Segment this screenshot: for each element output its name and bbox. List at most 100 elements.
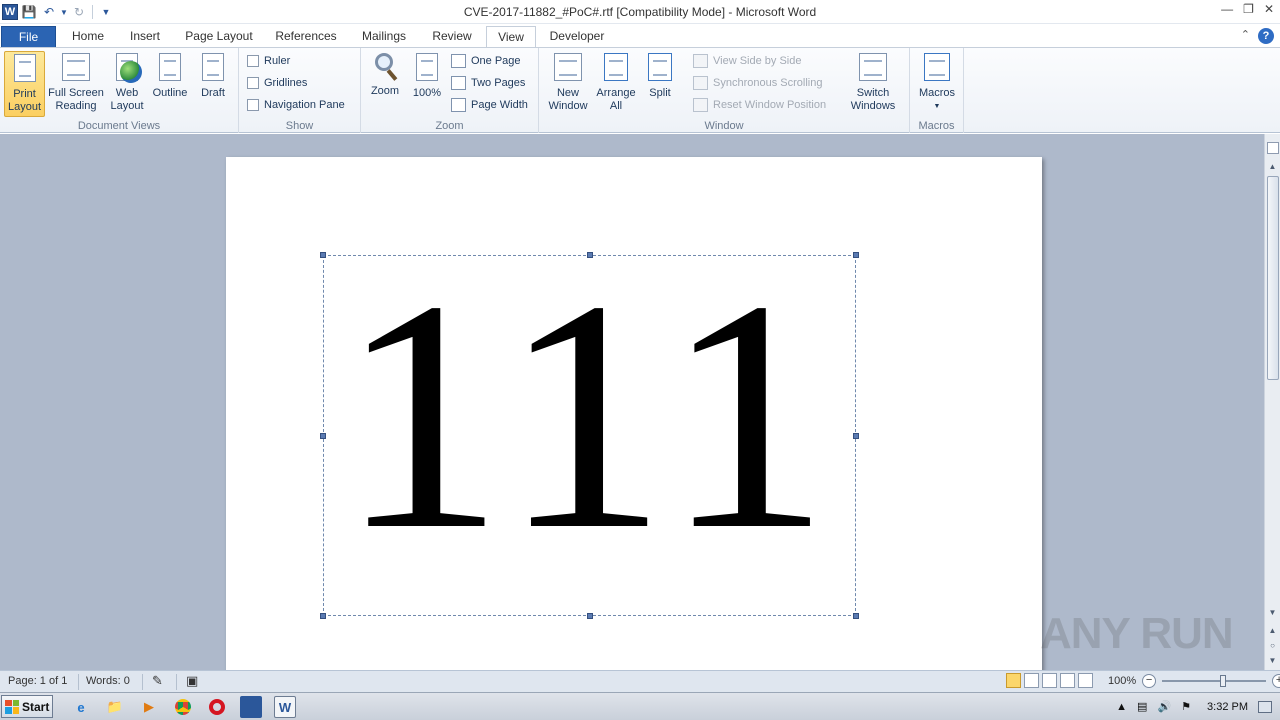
group-zoom: Zoom 100% One Page Two Pages Page Width … — [361, 48, 539, 133]
taskbar: Start e 📁 ▶ W ▲ ▤ 🔊 ⚑ 3:32 PM — [0, 692, 1280, 720]
switch-windows-button[interactable]: Switch Windows — [841, 51, 905, 117]
tab-developer[interactable]: Developer — [542, 26, 612, 48]
clock[interactable]: 3:32 PM — [1207, 701, 1248, 713]
document-workspace[interactable]: 111 ANY RUN — [0, 134, 1264, 670]
draft-button[interactable]: Draft — [193, 51, 233, 117]
file-explorer-icon[interactable]: 📁 — [104, 696, 126, 718]
zoom-button[interactable]: Zoom — [367, 51, 403, 117]
text-box[interactable]: 111 — [320, 251, 859, 619]
document-page[interactable]: 111 — [226, 157, 1042, 670]
start-button[interactable]: Start — [1, 695, 53, 718]
minimize-icon[interactable]: — — [1221, 2, 1233, 16]
macros-dropdown-icon[interactable]: ▼ — [914, 100, 960, 113]
gridlines-check-box[interactable] — [247, 77, 259, 89]
status-separator — [78, 674, 79, 690]
media-player-icon[interactable]: ▶ — [138, 696, 160, 718]
gridlines-checkbox[interactable]: Gridlines — [247, 74, 307, 92]
zoom-level[interactable]: 100% — [1108, 675, 1136, 687]
view-ruler-icon[interactable] — [1267, 142, 1279, 154]
proofing-icon[interactable]: ✎ — [152, 673, 163, 689]
resize-handle-right[interactable] — [853, 433, 859, 439]
web-layout-button[interactable]: Web Layout — [107, 51, 147, 117]
navigation-pane-check-box[interactable] — [247, 99, 259, 111]
help-icon[interactable]: ? — [1258, 28, 1274, 44]
zoom-control: 100% − + — [1108, 674, 1280, 688]
resize-handle-top-left[interactable] — [320, 252, 326, 258]
network-icon[interactable]: ▤ — [1137, 700, 1147, 713]
print-layout-label: Print Layout — [7, 88, 42, 113]
resize-handle-bottom-right[interactable] — [853, 613, 859, 619]
new-window-label: New Window — [548, 87, 588, 112]
tab-home[interactable]: Home — [62, 26, 114, 48]
resize-handle-bottom-left[interactable] — [320, 613, 326, 619]
show-desktop-icon[interactable] — [1258, 700, 1272, 713]
browse-object-icon[interactable]: ○ — [1265, 639, 1280, 653]
outline-button[interactable]: Outline — [149, 51, 191, 117]
window-title: CVE-2017-11882_#PoC#.rtf [Compatibility … — [463, 5, 817, 19]
resize-handle-top-right[interactable] — [853, 252, 859, 258]
zoom-in-icon[interactable]: + — [1272, 674, 1280, 688]
tab-review[interactable]: Review — [424, 26, 480, 48]
page-width-label: Page Width — [471, 99, 528, 111]
ruler-checkbox[interactable]: Ruler — [247, 52, 290, 70]
scroll-down-icon[interactable]: ▼ — [1265, 606, 1280, 620]
chrome-icon[interactable] — [172, 696, 194, 718]
tab-mailings[interactable]: Mailings — [352, 26, 416, 48]
outline-view-icon[interactable] — [1060, 673, 1075, 688]
zoom-slider-knob[interactable] — [1220, 675, 1227, 687]
document-text[interactable]: 111 — [334, 251, 845, 581]
close-icon[interactable]: ✕ — [1264, 2, 1274, 16]
opera-icon[interactable] — [206, 696, 228, 718]
zoom-label: Zoom — [370, 85, 400, 97]
scroll-thumb[interactable] — [1267, 176, 1279, 380]
navigation-pane-checkbox[interactable]: Navigation Pane — [247, 96, 345, 114]
word-taskbar-icon[interactable]: W — [274, 696, 296, 718]
view-side-by-side-button[interactable]: View Side by Side — [693, 52, 801, 70]
previous-page-icon[interactable]: ▲ — [1265, 624, 1280, 638]
tab-view[interactable]: View — [486, 26, 536, 49]
scroll-up-icon[interactable]: ▲ — [1265, 160, 1280, 174]
minimize-ribbon-icon[interactable]: ⌃ — [1241, 28, 1250, 44]
draft-view-icon[interactable] — [1078, 673, 1093, 688]
group-label-show: Show — [285, 120, 314, 132]
full-screen-reading-button[interactable]: Full Screen Reading — [47, 51, 105, 117]
magnifier-icon — [370, 51, 400, 83]
zoom-slider[interactable] — [1162, 675, 1267, 687]
arrange-all-button[interactable]: Arrange All — [594, 51, 638, 117]
volume-icon[interactable]: 🔊 — [1157, 700, 1171, 713]
page-count[interactable]: Page: 1 of 1 — [8, 675, 67, 687]
split-button[interactable]: Split — [642, 51, 678, 117]
vertical-scrollbar[interactable]: ▲ ▼ ▲ ○ ▼ — [1264, 134, 1280, 670]
full-screen-view-icon[interactable] — [1024, 673, 1039, 688]
restore-icon[interactable]: ❐ — [1243, 2, 1254, 16]
tab-references[interactable]: References — [268, 26, 344, 48]
page-width-button[interactable]: Page Width — [451, 96, 528, 114]
tab-insert[interactable]: Insert — [120, 26, 170, 48]
zoom-out-icon[interactable]: − — [1142, 674, 1157, 688]
macros-button[interactable]: Macros ▼ — [914, 51, 960, 117]
web-layout-view-icon[interactable] — [1042, 673, 1057, 688]
resize-handle-left[interactable] — [320, 433, 326, 439]
one-page-button[interactable]: One Page — [451, 52, 521, 70]
group-label-macros: Macros — [918, 120, 955, 132]
two-pages-button[interactable]: Two Pages — [451, 74, 525, 92]
ruler-check-box[interactable] — [247, 55, 259, 67]
zoom-100-button[interactable]: 100% — [407, 51, 447, 117]
print-layout-view-icon[interactable] — [1006, 673, 1021, 688]
resize-handle-bottom[interactable] — [587, 613, 593, 619]
next-page-icon[interactable]: ▼ — [1265, 654, 1280, 668]
action-center-flag-icon[interactable]: ⚑ — [1181, 700, 1191, 713]
reset-window-position-button[interactable]: Reset Window Position — [693, 96, 826, 114]
app-window-icon[interactable] — [240, 696, 262, 718]
word-count[interactable]: Words: 0 — [86, 675, 130, 687]
tab-file[interactable]: File — [1, 26, 56, 48]
synchronous-scrolling-button[interactable]: Synchronous Scrolling — [693, 74, 822, 92]
print-layout-button[interactable]: Print Layout — [4, 51, 45, 117]
macro-recording-icon[interactable]: ▣ — [186, 673, 198, 689]
tab-page-layout[interactable]: Page Layout — [180, 26, 258, 48]
internet-explorer-icon[interactable]: e — [70, 696, 92, 718]
start-label: Start — [22, 699, 50, 714]
switch-windows-icon — [858, 53, 888, 85]
tray-expand-icon[interactable]: ▲ — [1116, 701, 1127, 713]
new-window-button[interactable]: New Window — [543, 51, 593, 117]
